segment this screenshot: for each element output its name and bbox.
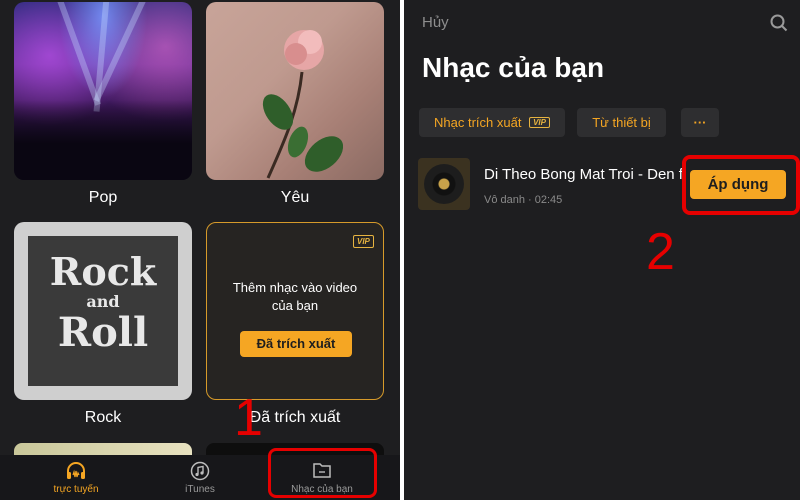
stage-light-beam xyxy=(54,2,101,106)
highlight-box-your-music xyxy=(268,448,377,498)
cancel-button[interactable]: Hủy xyxy=(422,14,449,31)
headphones-icon xyxy=(67,462,85,479)
category-label-rock: Rock xyxy=(84,409,122,426)
tab-online[interactable]: trực tuyến xyxy=(16,455,136,500)
rock-and-roll-artwork: Rock and Roll xyxy=(28,236,178,386)
category-yeu-tile[interactable] xyxy=(206,2,384,180)
vinyl-disc-icon xyxy=(424,164,464,204)
category-pop-tile[interactable] xyxy=(14,2,192,180)
extract-card-text: Thêm nhạc vào video của bạn xyxy=(232,280,358,313)
step-marker-1: 1 xyxy=(234,389,263,447)
category-label-pop: Pop xyxy=(88,189,118,206)
concert-crowd xyxy=(14,99,192,180)
more-options-button[interactable]: ··· xyxy=(681,108,719,137)
music-library-panel: Pop Yêu Rock and Roll Rock VIP Thêm nhạc… xyxy=(0,0,400,500)
extracted-music-card[interactable]: VIP Thêm nhạc vào video của bạn Đã trích… xyxy=(206,222,384,400)
extracted-button[interactable]: Đã trích xuất xyxy=(240,331,352,357)
track-meta: Vô danh · 02:45 xyxy=(484,194,563,206)
chip-from-device[interactable]: Từ thiết bị xyxy=(577,108,666,137)
highlight-box-apply xyxy=(682,155,800,215)
music-note-icon xyxy=(190,461,210,481)
tab-label-itunes: iTunes xyxy=(185,484,215,495)
page-title: Nhạc của bạn xyxy=(422,52,605,83)
category-label-extracted: Đã trích xuất xyxy=(249,409,341,426)
tab-itunes[interactable]: iTunes xyxy=(140,455,260,500)
tab-label-online: trực tuyến xyxy=(53,484,99,495)
rose-image xyxy=(262,30,344,179)
vip-badge: VIP xyxy=(529,117,550,128)
category-rock-tile[interactable]: Rock and Roll xyxy=(14,222,192,400)
chip-extracted-music[interactable]: Nhạc trích xuất VIP xyxy=(419,108,565,137)
step-marker-2: 2 xyxy=(646,223,675,281)
category-label-yeu: Yêu xyxy=(280,189,310,206)
track-title[interactable]: Di Theo Bong Mat Troi - Den f xyxy=(484,166,699,183)
track-artwork xyxy=(418,158,470,210)
your-music-panel: Hủy Nhạc của bạn Nhạc trích xuất VIP Từ … xyxy=(404,0,800,500)
search-icon[interactable] xyxy=(770,14,788,32)
vip-badge: VIP xyxy=(353,235,374,248)
